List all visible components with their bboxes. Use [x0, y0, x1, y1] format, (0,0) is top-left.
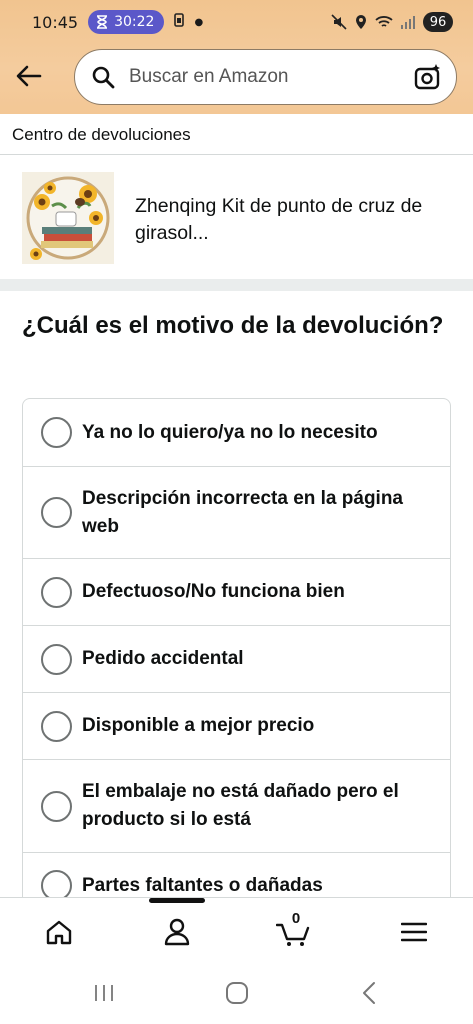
home-icon	[46, 920, 72, 945]
camera-sparkle-icon[interactable]	[414, 63, 442, 91]
breadcrumb[interactable]: Centro de devoluciones	[0, 114, 473, 155]
notification-dot: ●	[194, 16, 204, 28]
recents-button[interactable]	[92, 979, 116, 1007]
back-chevron-icon	[363, 982, 375, 1004]
search-input[interactable]: Buscar en Amazon	[74, 49, 457, 105]
recents-icon	[95, 985, 113, 1001]
radio-button[interactable]	[41, 870, 72, 898]
signal-icon	[401, 16, 415, 29]
option-label: Descripción incorrecta en la página web	[82, 487, 403, 537]
home-button[interactable]	[224, 979, 250, 1007]
return-reason-list: Ya no lo quiero/ya no lo necesito Descri…	[22, 398, 451, 898]
timer-pill: 30:22	[88, 10, 165, 34]
return-reason-option[interactable]: Defectuoso/No funciona bien	[23, 559, 450, 626]
cart-count: 0	[291, 910, 301, 927]
sim-icon	[174, 13, 185, 31]
active-tab-indicator	[149, 898, 205, 903]
return-reason-option[interactable]: Ya no lo quiero/ya no lo necesito	[23, 399, 450, 467]
mute-icon	[331, 14, 347, 30]
radio-button[interactable]	[41, 790, 72, 822]
search-placeholder: Buscar en Amazon	[129, 66, 289, 87]
arrow-left-icon	[16, 65, 42, 87]
return-reason-option[interactable]: Disponible a mejor precio	[23, 693, 450, 760]
battery-indicator: 96	[423, 12, 453, 32]
option-label: Pedido accidental	[82, 648, 244, 669]
return-reason-option[interactable]: Descripción incorrecta en la página web	[23, 467, 450, 559]
search-icon	[92, 66, 115, 89]
radio-button[interactable]	[41, 576, 72, 608]
product-thumbnail	[22, 172, 114, 264]
back-button-system[interactable]	[359, 979, 379, 1007]
back-button[interactable]	[14, 64, 44, 88]
option-label: Partes faltantes o dañadas	[82, 874, 323, 896]
option-label: Ya no lo quiero/ya no lo necesito	[82, 421, 378, 443]
menu-icon	[401, 922, 427, 942]
product-title[interactable]: Zhenqing Kit de punto de cruz de girasol…	[135, 193, 455, 247]
radio-button[interactable]	[41, 710, 72, 742]
status-bar: 10:45 30:22 ● 96	[0, 0, 473, 44]
radio-button[interactable]	[41, 497, 72, 528]
option-label: Defectuoso/No funciona bien	[82, 581, 345, 602]
status-time: 10:45	[32, 12, 79, 32]
radio-button[interactable]	[41, 417, 72, 448]
return-reason-option[interactable]: El embalaje no está dañado pero el produ…	[23, 760, 450, 853]
account-icon	[164, 918, 190, 946]
product-row[interactable]: Zhenqing Kit de punto de cruz de girasol…	[0, 155, 473, 279]
page-title: ¿Cuál es el motivo de la devolución?	[22, 312, 444, 339]
timer-value: 30:22	[114, 14, 155, 30]
return-reason-option[interactable]: Partes faltantes o dañadas	[23, 853, 450, 898]
nav-menu[interactable]	[396, 914, 432, 950]
wifi-icon	[375, 16, 393, 27]
location-icon	[356, 15, 366, 29]
return-reason-option[interactable]: Pedido accidental	[23, 626, 450, 693]
option-label: Disponible a mejor precio	[82, 715, 315, 736]
option-label: El embalaje no está dañado pero el produ…	[82, 781, 399, 830]
nav-account[interactable]	[159, 914, 195, 950]
radio-button[interactable]	[41, 643, 72, 675]
nav-home[interactable]	[41, 914, 77, 950]
home-circle-icon	[226, 982, 248, 1004]
nav-cart[interactable]: 0	[276, 910, 312, 950]
section-divider	[0, 279, 473, 291]
timer-icon	[97, 15, 108, 29]
